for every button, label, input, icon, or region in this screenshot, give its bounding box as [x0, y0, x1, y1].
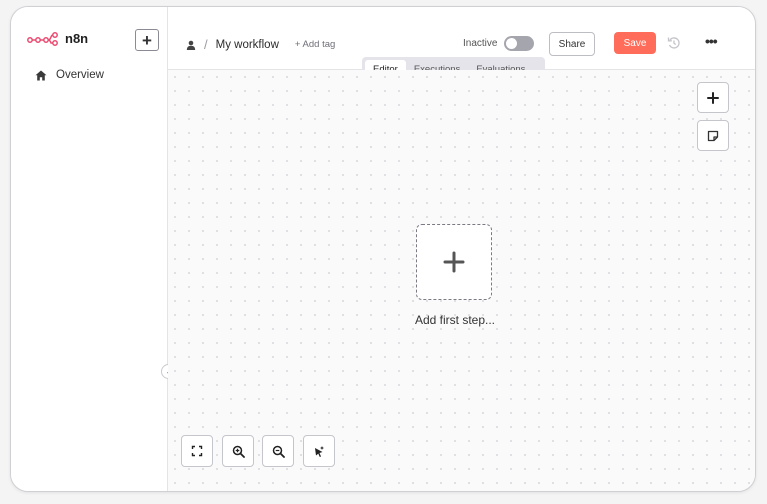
home-icon — [35, 70, 47, 80]
history-icon[interactable] — [666, 35, 682, 51]
activation-control: Inactive — [463, 36, 535, 51]
brand-name: n8n — [65, 31, 89, 46]
sticky-note-icon — [707, 130, 719, 141]
toggle-knob — [506, 38, 518, 49]
app-window: n8n + Overview ‹ / My workflow + Add tag… — [10, 6, 756, 492]
workflow-canvas[interactable]: Add first step... — [168, 70, 755, 491]
zoom-out-icon — [272, 445, 285, 458]
create-button[interactable]: + — [135, 29, 159, 51]
plus-icon — [443, 251, 465, 273]
workflow-title[interactable]: My workflow — [216, 39, 279, 51]
tidy-up-button[interactable] — [303, 435, 335, 467]
user-icon — [186, 40, 196, 50]
tidy-up-icon — [314, 445, 324, 457]
sidebar-item-overview[interactable]: Overview — [35, 69, 104, 81]
breadcrumb: / My workflow + Add tag — [186, 37, 335, 52]
zoom-out-button[interactable] — [262, 435, 294, 467]
activation-toggle[interactable] — [504, 36, 535, 51]
share-button[interactable]: Share — [549, 32, 595, 56]
plus-icon — [707, 91, 719, 104]
add-node-button[interactable] — [697, 82, 729, 113]
add-first-step-label[interactable]: Add first step... — [396, 313, 514, 327]
breadcrumb-separator: / — [204, 37, 208, 52]
fit-view-icon — [191, 445, 203, 457]
n8n-logo-icon — [27, 31, 58, 46]
sidebar-item-label: Overview — [56, 69, 104, 81]
activation-status-label: Inactive — [463, 38, 498, 49]
zoom-in-icon — [232, 445, 245, 458]
add-tag-link[interactable]: + Add tag — [295, 39, 335, 50]
sidebar: n8n + Overview — [11, 7, 168, 491]
save-button[interactable]: Save — [614, 32, 656, 54]
logo[interactable]: n8n — [27, 31, 88, 46]
add-sticky-button[interactable] — [697, 120, 729, 151]
add-first-step-button[interactable] — [416, 224, 492, 300]
fit-view-button[interactable] — [181, 435, 213, 467]
zoom-in-button[interactable] — [222, 435, 254, 467]
more-options-button[interactable]: ••• — [705, 33, 718, 49]
